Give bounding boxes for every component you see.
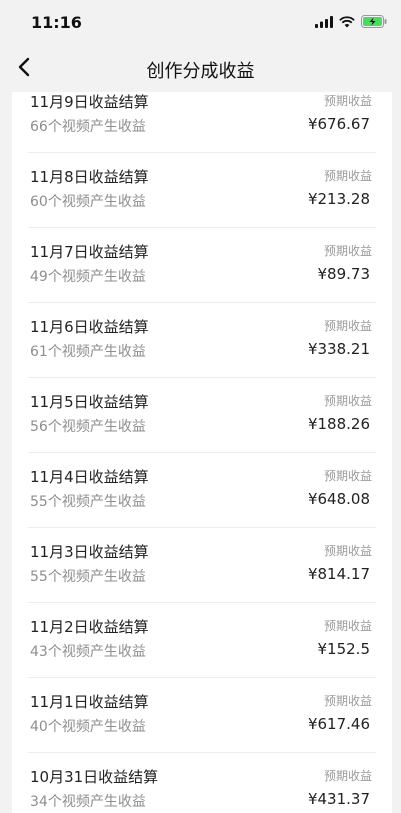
video-count-text: 55个视频产生收益 <box>30 494 146 510</box>
list-item[interactable]: 11月4日收益结算 55个视频产生收益 预期收益 ¥648.08 <box>28 453 376 528</box>
expected-earnings-label: 预期收益 <box>323 619 372 633</box>
list-item[interactable]: 11月2日收益结算 43个视频产生收益 预期收益 ¥152.5 <box>28 603 376 678</box>
video-count-text: 55个视频产生收益 <box>30 569 146 585</box>
video-count-text: 60个视频产生收益 <box>30 194 146 210</box>
list-item[interactable]: 11月7日收益结算 49个视频产生收益 预期收益 ¥89.73 <box>28 228 376 303</box>
earnings-amount: ¥676.67 <box>307 115 370 133</box>
expected-earnings-label: 预期收益 <box>323 244 372 258</box>
nav-bar: 创作分成收益 <box>0 46 401 92</box>
video-count-text: 56个视频产生收益 <box>30 419 146 435</box>
earnings-amount: ¥431.37 <box>307 790 370 808</box>
expected-earnings-label: 预期收益 <box>323 544 372 558</box>
earnings-list-inner: 11月9日收益结算 66个视频产生收益 预期收益 ¥676.67 11月8日收益结算 60… <box>12 92 392 813</box>
earnings-amount: ¥152.5 <box>317 640 371 658</box>
video-count-text: 34个视频产生收益 <box>30 794 146 810</box>
earnings-amount: ¥617.46 <box>307 715 370 733</box>
settlement-title: 10月31日收益结算 <box>30 768 159 786</box>
expected-earnings-label: 预期收益 <box>323 469 372 483</box>
settlement-title: 11月3日收益结算 <box>30 543 149 561</box>
expected-earnings-label: 预期收益 <box>323 319 372 333</box>
settlement-title: 11月5日收益结算 <box>30 393 149 411</box>
settlement-title: 11月7日收益结算 <box>30 243 149 261</box>
list-item[interactable]: 11月6日收益结算 61个视频产生收益 预期收益 ¥338.21 <box>28 303 376 378</box>
video-count-text: 40个视频产生收益 <box>30 719 146 735</box>
expected-earnings-label: 预期收益 <box>323 694 372 708</box>
video-count-text: 61个视频产生收益 <box>30 344 146 360</box>
settlement-title: 11月1日收益结算 <box>30 693 149 711</box>
status-bar: 11:16 <box>0 0 401 46</box>
settlement-title: 11月9日收益结算 <box>30 93 149 111</box>
settlement-title: 11月2日收益结算 <box>30 618 149 636</box>
list-item[interactable]: 11月3日收益结算 55个视频产生收益 预期收益 ¥814.17 <box>28 528 376 603</box>
earnings-list[interactable]: 11月9日收益结算 66个视频产生收益 预期收益 ¥676.67 11月8日收益结算 60… <box>12 92 392 813</box>
earnings-amount: ¥188.26 <box>307 415 370 433</box>
settlement-title: 11月4日收益结算 <box>30 468 149 486</box>
list-item[interactable]: 11月9日收益结算 66个视频产生收益 预期收益 ¥676.67 <box>28 92 376 153</box>
earnings-amount: ¥648.08 <box>307 490 370 508</box>
settlement-title: 11月6日收益结算 <box>30 318 149 336</box>
list-item[interactable]: 11月5日收益结算 56个视频产生收益 预期收益 ¥188.26 <box>28 378 376 453</box>
video-count-text: 43个视频产生收益 <box>30 644 146 660</box>
settlement-title: 11月8日收益结算 <box>30 168 149 186</box>
expected-earnings-label: 预期收益 <box>323 94 372 108</box>
earnings-amount: ¥89.73 <box>317 265 371 283</box>
status-icons <box>315 13 387 32</box>
signal-icon <box>315 13 333 32</box>
list-item[interactable]: 11月1日收益结算 40个视频产生收益 预期收益 ¥617.46 <box>28 678 376 753</box>
expected-earnings-label: 预期收益 <box>323 169 372 183</box>
list-item[interactable]: 11月8日收益结算 60个视频产生收益 预期收益 ¥213.28 <box>28 153 376 228</box>
video-count-text: 49个视频产生收益 <box>30 269 146 285</box>
wifi-icon <box>339 13 355 32</box>
page-title: 创作分成收益 <box>146 61 255 82</box>
video-count-text: 66个视频产生收益 <box>30 119 146 135</box>
expected-earnings-label: 预期收益 <box>323 769 372 783</box>
earnings-amount: ¥338.21 <box>307 340 370 358</box>
status-time: 11:16 <box>31 13 82 32</box>
battery-charging-icon <box>361 13 387 32</box>
earnings-amount: ¥814.17 <box>307 565 370 583</box>
list-item[interactable]: 10月31日收益结算 34个视频产生收益 预期收益 ¥431.37 <box>28 753 376 813</box>
expected-earnings-label: 预期收益 <box>323 394 372 408</box>
earnings-amount: ¥213.28 <box>307 190 370 208</box>
